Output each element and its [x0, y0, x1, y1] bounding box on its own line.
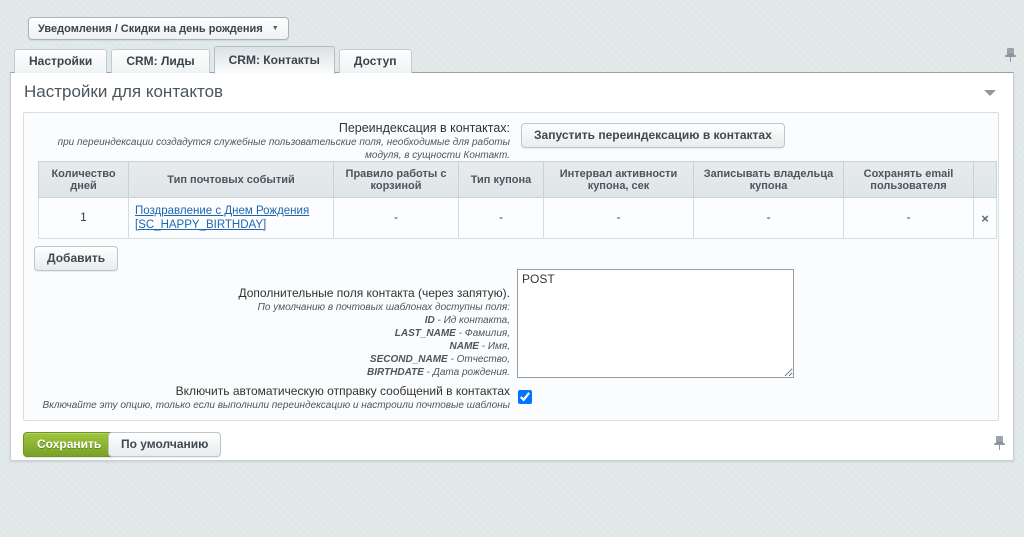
extra-fields-hint-name: NAME - Имя, — [30, 340, 510, 353]
pin-icon[interactable] — [994, 435, 1005, 450]
cell-coupon-interval: - — [544, 198, 694, 239]
add-button[interactable]: Добавить — [34, 246, 118, 271]
event-type-link[interactable]: Поздравление с Днем Рождения — [135, 204, 327, 218]
settings-panel: Настройки для контактов Переиндексация в… — [10, 72, 1014, 461]
extra-fields-hint-birthdate: BIRTHDATE - Дата рождения. — [30, 366, 510, 379]
collapse-chevron-icon[interactable] — [984, 90, 996, 96]
extra-fields-textarea[interactable]: POST — [517, 269, 794, 378]
pin-icon[interactable] — [1005, 47, 1016, 62]
settings-box: Переиндексация в контактах: при переинде… — [23, 112, 999, 421]
col-header-save-email: Сохранять email пользователя — [844, 162, 974, 198]
events-table: Количество дней Тип почтовых событий Пра… — [38, 161, 997, 239]
col-header-coupon-type: Тип купона — [459, 162, 544, 198]
cell-event-type: Поздравление с Днем Рождения [SC_HAPPY_B… — [129, 198, 334, 239]
col-header-coupon-owner: Записывать владельца купона — [694, 162, 844, 198]
tab-settings[interactable]: Настройки — [14, 49, 107, 73]
cell-save-email: - — [844, 198, 974, 239]
page-title: Настройки для контактов — [24, 82, 223, 102]
col-header-basket-rule: Правило работы с корзиной — [334, 162, 459, 198]
tab-crm-leads[interactable]: CRM: Лиды — [111, 49, 209, 73]
tab-access[interactable]: Доступ — [339, 49, 412, 73]
cell-days: 1 — [39, 198, 129, 239]
col-header-coupon-interval: Интервал активности купона, сек — [544, 162, 694, 198]
tab-crm-contacts[interactable]: CRM: Контакты — [214, 46, 335, 74]
preset-select[interactable]: Уведомления / Скидки на день рождения ▼ — [28, 17, 289, 40]
col-header-event-type: Тип почтовых событий — [129, 162, 334, 198]
extra-fields-hint-lastname: LAST_NAME - Фамилия, — [30, 327, 510, 340]
default-button[interactable]: По умолчанию — [108, 432, 221, 457]
col-header-days: Количество дней — [39, 162, 129, 198]
reindex-hint: при переиндексации создадутся служебные … — [30, 136, 510, 162]
event-type-code-link[interactable]: [SC_HAPPY_BIRTHDAY] — [135, 218, 327, 232]
reindex-button[interactable]: Запустить переиндексацию в контактах — [521, 123, 785, 148]
reindex-label-text: Переиндексация в контактах: — [30, 121, 510, 135]
dropdown-arrow-icon: ▼ — [272, 25, 279, 32]
save-button[interactable]: Сохранить — [23, 432, 115, 457]
tab-bar: Настройки CRM: Лиды CRM: Контакты Доступ — [14, 45, 412, 73]
extra-fields-hint-id: ID - Ид контакта, — [30, 314, 510, 327]
auto-send-label: Включить автоматическую отправку сообщен… — [0, 384, 510, 398]
auto-send-hint: Включайте эту опцию, только если выполни… — [0, 399, 510, 412]
extra-fields-label-block: Дополнительные поля контакта (через запя… — [30, 286, 510, 379]
col-header-actions — [974, 162, 997, 198]
extra-fields-label: Дополнительные поля контакта (через запя… — [30, 286, 510, 300]
cell-actions: × — [974, 198, 997, 239]
table-row: 1 Поздравление с Днем Рождения [SC_HAPPY… — [39, 198, 997, 239]
extra-fields-hint-secondname: SECOND_NAME - Отчество, — [30, 353, 510, 366]
cell-coupon-owner: - — [694, 198, 844, 239]
preset-select-value: Уведомления / Скидки на день рождения — [38, 23, 263, 35]
cell-basket-rule: - — [334, 198, 459, 239]
cell-coupon-type: - — [459, 198, 544, 239]
extra-fields-hint-intro: По умолчанию в почтовых шаблонах доступн… — [30, 301, 510, 314]
reindex-label: Переиндексация в контактах: при переинде… — [30, 121, 510, 162]
auto-send-checkbox[interactable] — [518, 390, 532, 404]
auto-send-label-block: Включить автоматическую отправку сообщен… — [0, 384, 510, 412]
delete-row-icon[interactable]: × — [981, 211, 989, 226]
table-header-row: Количество дней Тип почтовых событий Пра… — [39, 162, 997, 198]
